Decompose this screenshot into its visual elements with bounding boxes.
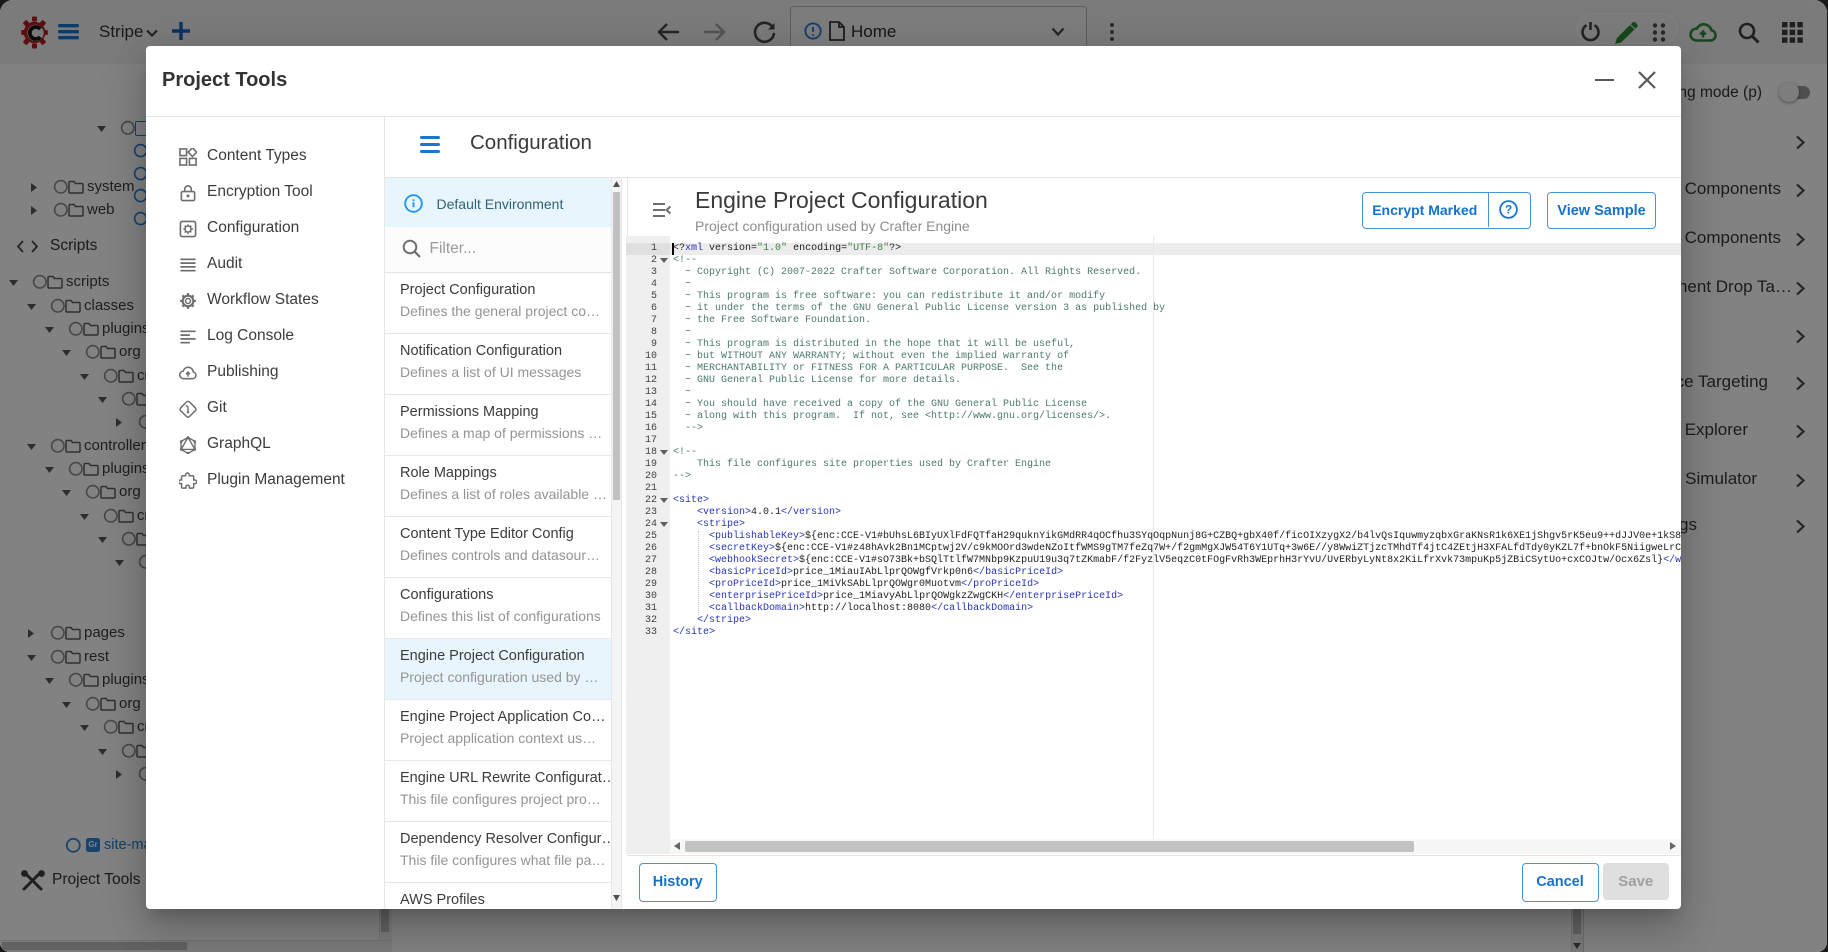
svg-text:?: ?: [1505, 203, 1512, 217]
